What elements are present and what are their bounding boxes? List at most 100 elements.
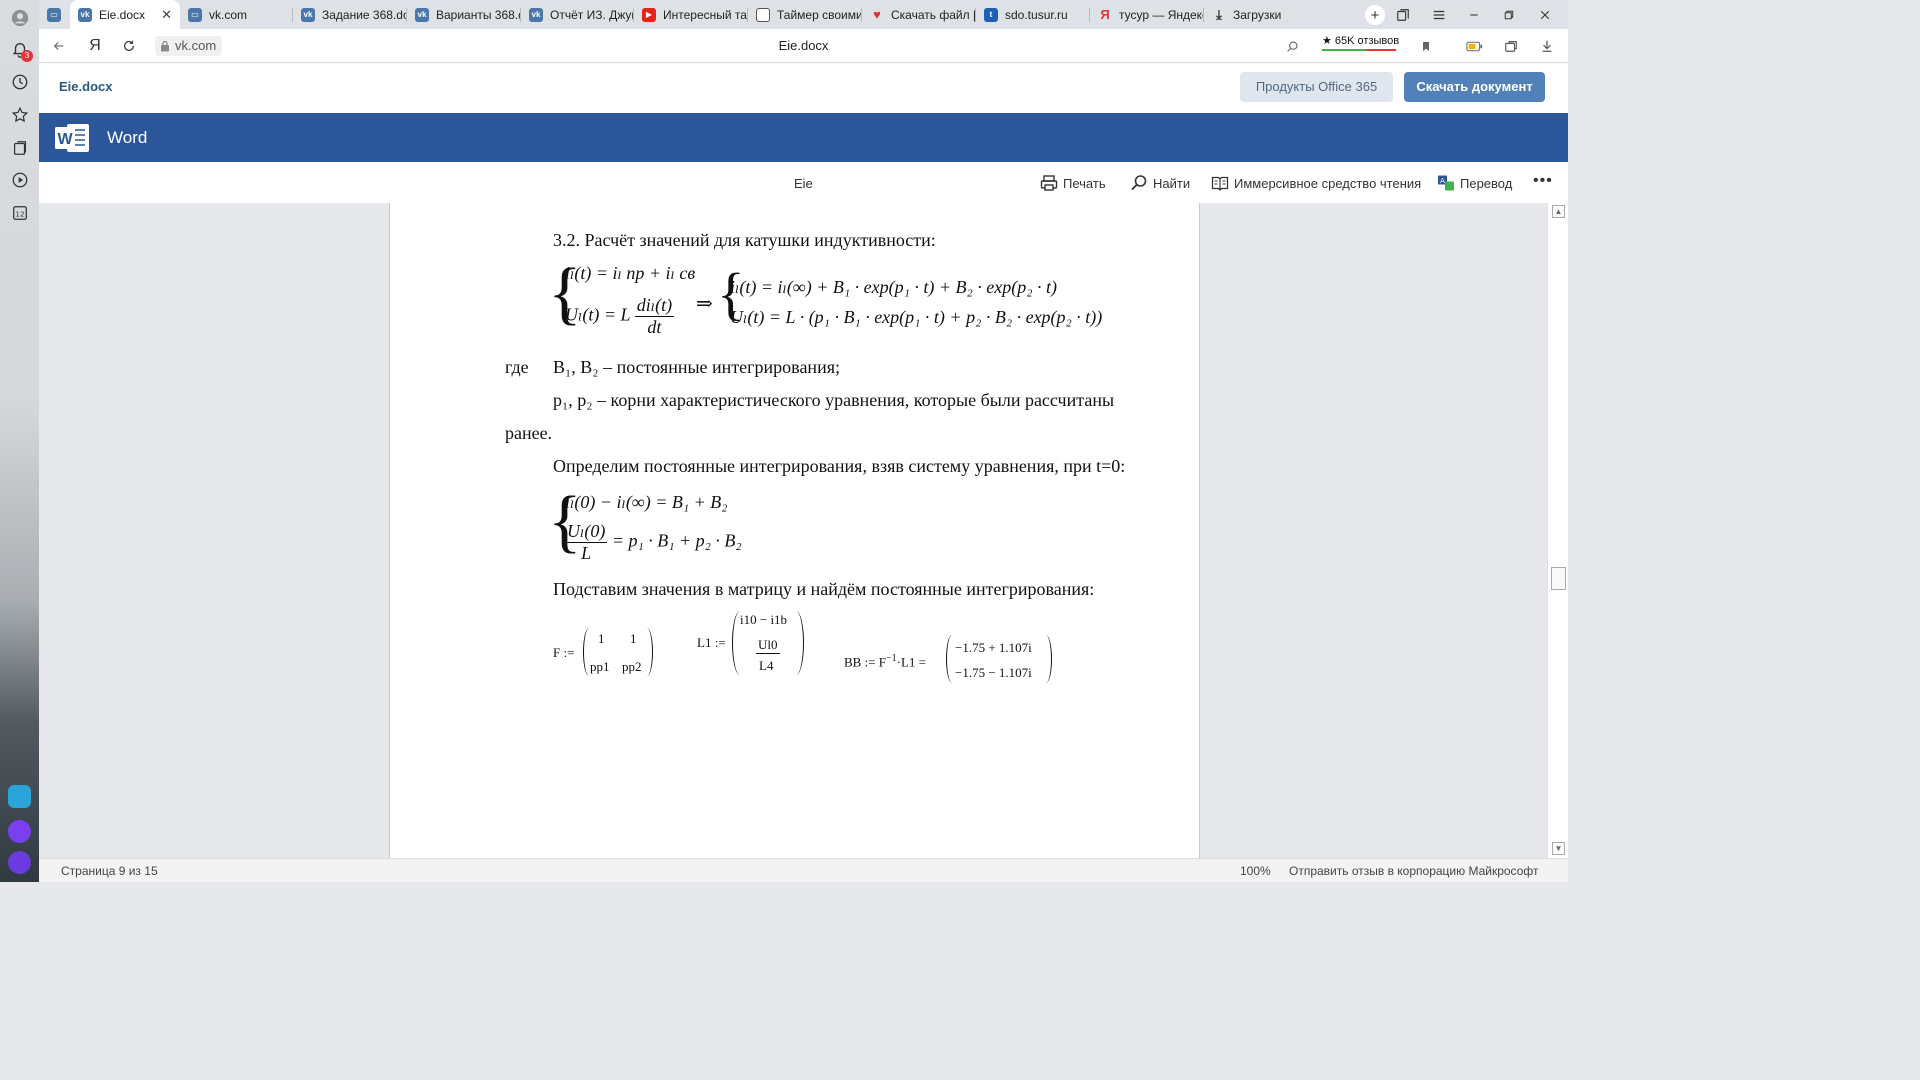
- immersive-reader-label: Иммерсивное средство чтения: [1234, 175, 1422, 191]
- section-heading: 3.2. Расчёт значений для катушки индукти…: [553, 230, 936, 250]
- vertical-scrollbar[interactable]: ▲ ▼: [1547, 203, 1568, 858]
- word-app-band: W Word: [39, 113, 1568, 162]
- tab-downloads[interactable]: ⤓ Загрузки: [1204, 0, 1317, 29]
- collections-icon[interactable]: [9, 137, 30, 158]
- fraction-numerator: diₗ(t): [634, 295, 675, 317]
- print-button[interactable]: Печать: [1040, 174, 1106, 192]
- new-tab-button[interactable]: +: [1365, 5, 1385, 25]
- bookmarks-star-icon[interactable]: [9, 104, 30, 125]
- tab-varianty[interactable]: vk Варианты 368.d: [407, 0, 520, 29]
- media-play-icon[interactable]: [9, 169, 30, 190]
- browser-sidebar: 3 12: [0, 0, 39, 882]
- site-header: Eie.docx Продукты Office 365 Скачать док…: [39, 63, 1568, 113]
- tab-sdo-tusur[interactable]: t sdo.tusur.ru: [976, 0, 1089, 29]
- send-feedback-link[interactable]: Отправить отзыв в корпорацию Майкрософт: [1289, 864, 1538, 878]
- tab-label: Eie.docx: [99, 7, 146, 22]
- tab-pinned-messenger[interactable]: ▭: [39, 0, 70, 29]
- vk-messenger-icon: ▭: [188, 7, 202, 22]
- messenger-app-icon[interactable]: [8, 785, 31, 808]
- battery-saver-icon[interactable]: [1464, 36, 1484, 56]
- reviews-badge[interactable]: ★ 65K отзывов: [1322, 34, 1399, 51]
- svg-text:A: A: [1440, 177, 1445, 185]
- tab-skachat[interactable]: ♥ Скачать файл |: [862, 0, 975, 29]
- downloads-icon[interactable]: [1537, 36, 1557, 56]
- word-logo-icon: W: [55, 124, 89, 152]
- voltage-fraction: Uₗ(0) L: [565, 521, 608, 564]
- window-minimize-icon[interactable]: [1464, 5, 1484, 25]
- tab-label: Интересный та: [663, 7, 747, 22]
- yandex-icon: Я: [1100, 7, 1110, 22]
- matrix-f-cell: 1: [598, 631, 605, 646]
- notification-badge: 3: [21, 50, 33, 62]
- document-viewport[interactable]: 3.2. Расчёт значений для катушки индукти…: [39, 203, 1547, 858]
- vk-icon: vk: [78, 7, 92, 22]
- tab-label: тусур — Яндекс: [1119, 7, 1203, 22]
- voice-assistant-icon[interactable]: [8, 851, 31, 874]
- tab-vk-com[interactable]: ▭ vk.com: [180, 0, 292, 29]
- translate-button[interactable]: A Перевод: [1437, 174, 1512, 192]
- scrollbar-thumb[interactable]: [1551, 567, 1566, 590]
- result-bb-prefix: BB := F: [844, 654, 887, 670]
- download-document-button[interactable]: Скачать документ: [1404, 72, 1545, 102]
- vector-l1-numerator: Ul0: [756, 637, 780, 654]
- zoom-level[interactable]: 100%: [1240, 864, 1271, 878]
- heart-icon: ♥: [873, 7, 881, 22]
- printer-icon: [1040, 175, 1058, 191]
- tab-zadanie[interactable]: vk Задание 368.do: [293, 0, 406, 29]
- result-bb-label: BB := F−1·L1 =: [844, 653, 926, 670]
- where-p-roots: p₁, p₂ – корни характеристического уравн…: [553, 390, 1115, 410]
- equation-1-rhs-line-1: iₗ(t) = iₗ(∞) + B₁ · exp(p₁ · t) + B₂ · …: [730, 277, 1057, 297]
- fraction-denominator: L: [581, 543, 592, 563]
- office-365-products-button[interactable]: Продукты Office 365: [1240, 72, 1393, 102]
- where-b-constants: B₁, B₂ – постоянные интегрирования;: [553, 357, 840, 377]
- tab-label: Загрузки: [1233, 7, 1282, 22]
- window-close-icon[interactable]: [1535, 5, 1555, 25]
- vk-icon: vk: [529, 7, 543, 22]
- tab-label: Задание 368.do: [322, 7, 406, 22]
- define-constants-text: Определим постоянные интегрирования, взя…: [553, 456, 1126, 476]
- derivative-fraction: diₗ(t) dt: [634, 295, 675, 338]
- fraction-denominator: dt: [647, 317, 662, 337]
- document-icon: [756, 7, 770, 22]
- find-button[interactable]: Найти: [1130, 174, 1190, 192]
- tab-youtube[interactable]: ▶ Интересный та: [634, 0, 747, 29]
- tab-label: vk.com: [209, 7, 248, 22]
- menu-hamburger-icon[interactable]: [1429, 5, 1449, 25]
- tab-taimer[interactable]: Таймер своими: [748, 0, 861, 29]
- equation-2-line-2-rhs: = p₁ · B₁ + p₂ · B₂: [611, 530, 742, 551]
- zoom-search-icon[interactable]: [1282, 36, 1302, 56]
- extensions-icon[interactable]: [1501, 36, 1521, 56]
- result-bb-cell: −1.75 − 1.107i: [955, 665, 1032, 680]
- immersive-reader-button[interactable]: Иммерсивное средство чтения: [1211, 174, 1421, 192]
- search-icon: [1131, 175, 1147, 191]
- equation-1-line-2-left: Uₗ(t) = L: [565, 304, 631, 325]
- tab-strip: ▭ vk Eie.docx ✕ ▭ vk.com vk Задание 368.…: [39, 0, 1568, 29]
- tab-eie-docx[interactable]: vk Eie.docx ✕: [70, 0, 180, 29]
- vk-icon: vk: [301, 7, 315, 22]
- tab-label: Таймер своими: [777, 7, 861, 22]
- calendar-icon[interactable]: 12: [9, 202, 30, 223]
- equation-2-line-1: iₗ(0) − iₗ(∞) = B₁ + B₂: [565, 492, 728, 512]
- word-app-label: Word: [107, 128, 148, 147]
- result-bb-suffix: ·L1 =: [896, 654, 927, 670]
- bookmark-flag-icon[interactable]: [1416, 36, 1436, 56]
- tab-otchet[interactable]: vk Отчёт ИЗ. Джун: [521, 0, 633, 29]
- tusur-icon: t: [984, 7, 998, 22]
- reviews-rating-bar: [1322, 49, 1396, 51]
- window-restore-icon[interactable]: [1499, 5, 1519, 25]
- alice-assistant-icon[interactable]: [8, 820, 31, 843]
- tab-manager-icon[interactable]: [1393, 5, 1413, 25]
- word-logo-letter: W: [57, 131, 73, 148]
- tab-label: Отчёт ИЗ. Джун: [550, 7, 633, 22]
- equation-1-line-2: Uₗ(t) = L diₗ(t) dt: [565, 295, 675, 338]
- scroll-down-arrow-icon[interactable]: ▼: [1552, 842, 1565, 855]
- tab-yandex-search[interactable]: Я тусур — Яндекс: [1090, 0, 1203, 29]
- page-indicator: Страница 9 из 15: [61, 864, 158, 878]
- status-bar: Страница 9 из 15 100% Отправить отзыв в …: [39, 858, 1568, 882]
- profile-avatar-icon[interactable]: [9, 7, 30, 28]
- more-options-icon[interactable]: •••: [1533, 172, 1553, 190]
- address-bar: Я vk.com Eie.docx ★ 65K отзывов: [39, 29, 1568, 63]
- scroll-up-arrow-icon[interactable]: ▲: [1552, 205, 1565, 218]
- history-clock-icon[interactable]: [9, 71, 30, 92]
- tab-close-icon[interactable]: ✕: [161, 7, 172, 23]
